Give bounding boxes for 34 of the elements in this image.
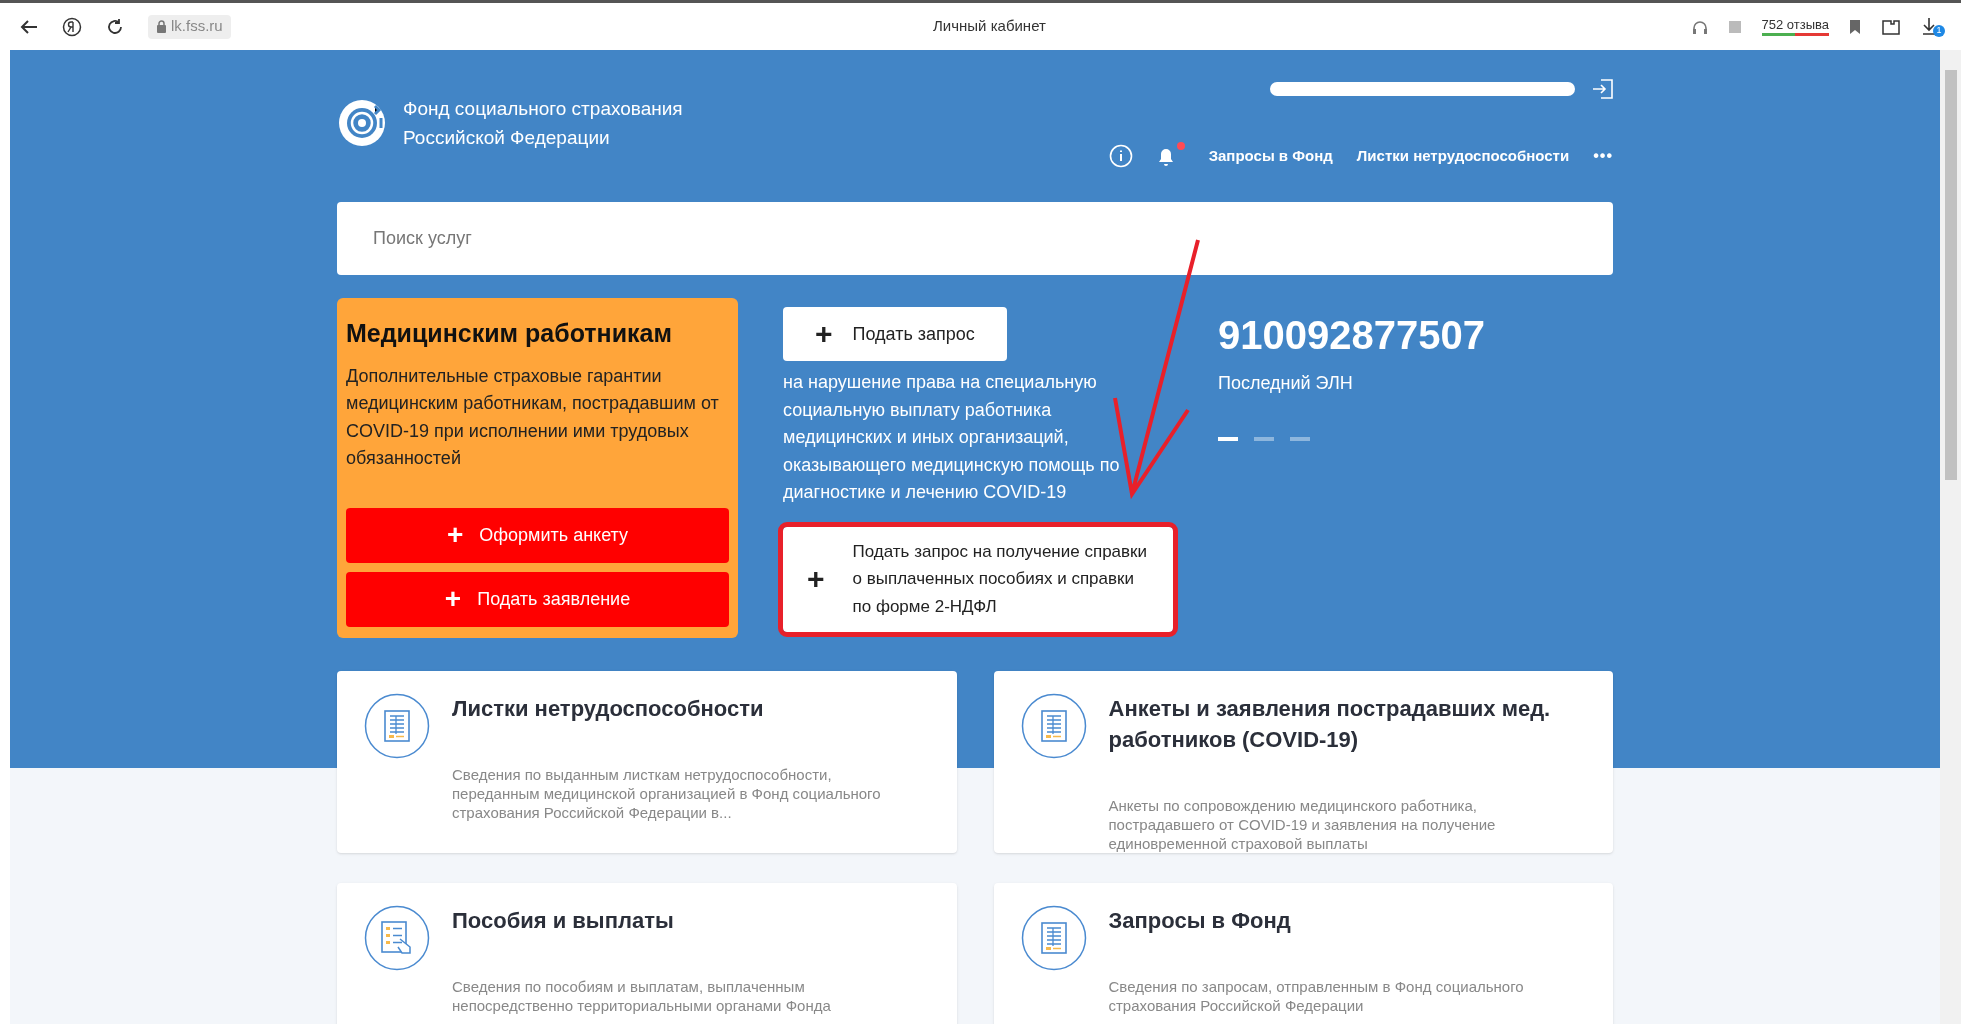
service-title: Запросы в Фонд bbox=[1108, 906, 1292, 935]
service-description: Анкеты по сопровождению медицинского работника, пострадавшего от COVID-19 и заявления на получение единовременной страховой выплаты bbox=[1108, 795, 1497, 853]
plus-icon: + bbox=[815, 319, 833, 349]
organization-name: Фонд социального страхования bbox=[403, 97, 683, 121]
service-title: Анкеты и заявления пострадавших мед. работников (COVID-19) bbox=[1108, 694, 1552, 754]
more-menu-button[interactable]: ••• bbox=[1593, 144, 1613, 168]
nav-link[interactable]: Листки нетрудоспособности bbox=[1356, 144, 1570, 168]
page-title: Личный кабинет bbox=[933, 16, 1046, 37]
service-description: Сведения по выданным листкам нетрудоспособности, переданным медицинской организацией в Фонд социального страхования Российской Федерации в... bbox=[452, 764, 882, 822]
service-description: Сведения по пособиям и выплатам, выплаченным непосредственно территориальными органами Фонда bbox=[452, 976, 832, 1015]
service-title: Пособия и выплаты bbox=[452, 906, 675, 935]
service-card[interactable]: Листки нетрудоспособности Сведения по выданным листкам нетрудоспособности, переданным медицинской организацией в Фонд социального страхования Российской Федерации в... bbox=[337, 670, 957, 853]
plus-icon: + bbox=[444, 585, 462, 613]
plus-icon: + bbox=[807, 564, 825, 594]
service-card[interactable]: Пособия и выплаты Сведения по пособиям и выплатам, выплаченным непосредственно территориальными органами Фонда bbox=[337, 882, 957, 1024]
service-card[interactable]: Запросы в Фонд Сведения по запросам, отправленным в Фонд социального страхования Российской Федерации bbox=[993, 882, 1613, 1024]
service-description: Сведения по запросам, отправленным в Фонд социального страхования Российской Федерации bbox=[1108, 976, 1525, 1015]
promo-title: Медицинским работникам bbox=[346, 318, 673, 349]
url-text: lk.fss.ru bbox=[171, 16, 223, 37]
request-description: на нарушение права на специальную социальную выплату работника медицинских и иных организаций, оказывающего медицинскую помощь по диагностике и лечению COVID-19 bbox=[783, 371, 1121, 504]
plus-icon: + bbox=[446, 521, 464, 549]
promo-text: Дополнительные страховые гарантии медицинским работникам, пострадавшим от COVID-19 при исполнении ими трудовых обязанностей bbox=[346, 364, 720, 470]
downloads-badge: 1 bbox=[1933, 24, 1945, 37]
submit-request-button[interactable]: + Подать запрос bbox=[783, 307, 1007, 361]
reviews-badge[interactable]: 752 отзыва bbox=[1761, 17, 1829, 36]
promo-action-button[interactable]: + Оформить анкету bbox=[346, 507, 729, 563]
eln-label: Последний ЭЛН bbox=[1218, 372, 1354, 395]
promo-action-button[interactable]: + Подать заявление bbox=[346, 571, 729, 627]
service-title: Листки нетрудоспособности bbox=[452, 694, 765, 723]
organization-name: Российской Федерации bbox=[403, 126, 611, 150]
nav-link[interactable]: Запросы в Фонд bbox=[1208, 144, 1333, 168]
eln-number: 910092877507 bbox=[1218, 312, 1485, 359]
service-card[interactable]: Анкеты и заявления пострадавших мед. работников (COVID-19) Анкеты по сопровождению медицинского работника, пострадавшего от COVID-19 и заявления на получение единовременной страховой выплаты bbox=[993, 670, 1613, 853]
search-field[interactable]: Поиск услуг bbox=[337, 202, 1613, 275]
